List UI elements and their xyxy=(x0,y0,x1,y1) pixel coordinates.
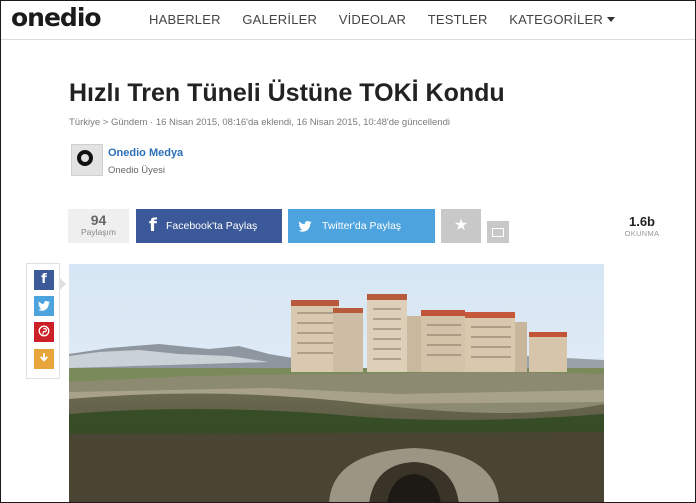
facebook-icon: f xyxy=(149,215,157,236)
nav-haberler[interactable]: HABERLER xyxy=(149,12,221,27)
twitter-share-label: Twitter'da Paylaş xyxy=(322,220,402,232)
onedio-logo[interactable]: onedio xyxy=(11,3,102,32)
facebook-share-label: Facebook'ta Paylaş xyxy=(166,220,258,232)
mail-icon xyxy=(492,227,504,237)
facebook-icon: f xyxy=(41,272,47,287)
star-icon: ★ xyxy=(453,217,469,234)
pinterest-icon xyxy=(38,325,50,337)
download-icon xyxy=(40,353,48,362)
twitter-share-button[interactable]: Twitter'da Paylaş xyxy=(288,209,435,243)
author-avatar[interactable] xyxy=(71,144,103,176)
floating-share-bar: f xyxy=(26,263,66,379)
sidebar-facebook-button[interactable]: f xyxy=(34,270,54,290)
caret-down-icon xyxy=(606,17,615,22)
top-navigation: onedio HABERLER GALERİLER VİDEOLAR TESTL… xyxy=(1,1,695,40)
twitter-icon xyxy=(298,221,312,232)
sidebar-pinterest-button[interactable] xyxy=(34,322,54,342)
sidebar-download-button[interactable] xyxy=(34,349,54,369)
onedio-avatar-icon xyxy=(77,150,93,166)
favorite-button[interactable]: ★ xyxy=(441,209,481,243)
read-count-value: 1.6b xyxy=(628,214,655,229)
article-meta: Türkiye > Gündem · 16 Nisan 2015, 08:16'… xyxy=(69,117,450,128)
nav-testler[interactable]: TESTLER xyxy=(428,12,488,27)
share-count: 94 xyxy=(90,212,107,228)
hero-photo xyxy=(69,264,604,502)
author-role: Onedio Üyesi xyxy=(108,165,166,176)
article-title: Hızlı Tren Tüneli Üstüne TOKİ Kondu xyxy=(69,79,505,107)
author-name-link[interactable]: Onedio Medya xyxy=(108,147,183,159)
nav-kategoriler-label: KATEGORİLER xyxy=(509,12,603,27)
twitter-icon xyxy=(38,301,50,311)
share-count-label: Paylaşım xyxy=(81,227,116,237)
nav-galeriler[interactable]: GALERİLER xyxy=(242,12,317,27)
nav-videolar[interactable]: VİDEOLAR xyxy=(339,12,406,27)
email-share-button[interactable] xyxy=(487,221,509,243)
article-hero-image[interactable] xyxy=(69,264,604,502)
facebook-share-button[interactable]: f Facebook'ta Paylaş xyxy=(136,209,282,243)
sidebar-twitter-button[interactable] xyxy=(34,296,54,316)
read-count-label: OKUNMA xyxy=(624,229,660,238)
main-nav: HABERLER GALERİLER VİDEOLAR TESTLER KATE… xyxy=(149,12,651,27)
read-count: 1.6b OKUNMA xyxy=(618,214,666,238)
nav-kategoriler[interactable]: KATEGORİLER xyxy=(509,12,633,27)
share-count-box: 94 Paylaşım xyxy=(68,209,129,243)
browser-frame: onedio HABERLER GALERİLER VİDEOLAR TESTL… xyxy=(0,0,696,503)
